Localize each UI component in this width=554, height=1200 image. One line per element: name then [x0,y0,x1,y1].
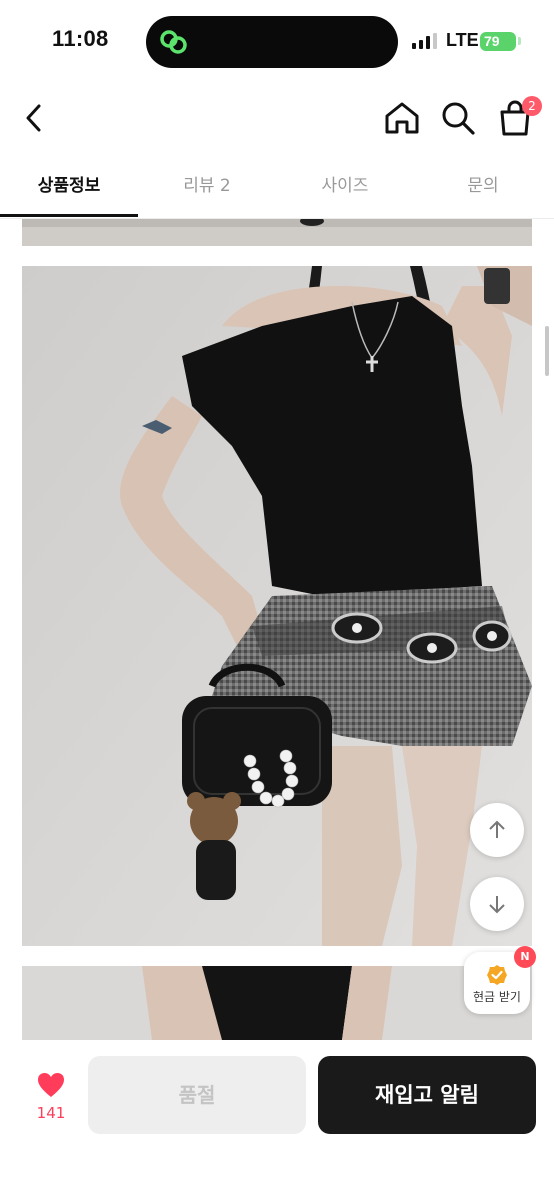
product-tabs: 상품정보 리뷰 2 사이즈 문의 [0,160,554,219]
home-icon[interactable] [382,100,422,136]
active-tab-indicator [0,214,138,217]
heart-icon [38,1073,64,1097]
like-count: 141 [36,1104,66,1122]
product-image-next [22,966,532,1040]
scroll-up-button[interactable] [470,803,524,857]
app-activity-icon [160,30,187,54]
status-bar: 11:08 LTE 79 [0,0,554,84]
cart-count-badge: 2 [522,96,542,116]
restock-alert-button[interactable]: 재입고 알림 [318,1056,536,1134]
tab-size[interactable]: 사이즈 [276,160,414,216]
cash-check-icon [487,965,507,985]
scrollbar[interactable] [545,326,549,376]
battery-level: 79 [480,32,516,51]
soldout-button: 품절 [88,1056,306,1134]
arrow-up-icon [489,820,505,838]
new-badge: N [514,946,536,968]
product-image-main [22,266,532,946]
signal-icon [412,33,437,49]
status-time: 11:08 [52,26,109,51]
scroll-down-button[interactable] [470,877,524,931]
tab-reviews[interactable]: 리뷰 2 [138,160,276,216]
tab-inquiry[interactable]: 문의 [414,160,552,216]
bottom-action-bar: 141 품절 재입고 알림 [0,1040,554,1200]
battery-tip [518,37,521,45]
app-header [0,90,554,146]
cash-reward-label: 현금 받기 [473,990,521,1004]
dynamic-island [146,16,398,68]
arrow-down-icon [489,896,505,914]
search-icon[interactable] [440,100,476,136]
network-type: LTE [446,30,479,50]
product-image-previous [22,219,532,246]
back-icon[interactable] [22,100,46,136]
tab-product-info[interactable]: 상품정보 [0,160,138,216]
like-button[interactable]: 141 [20,1070,82,1130]
